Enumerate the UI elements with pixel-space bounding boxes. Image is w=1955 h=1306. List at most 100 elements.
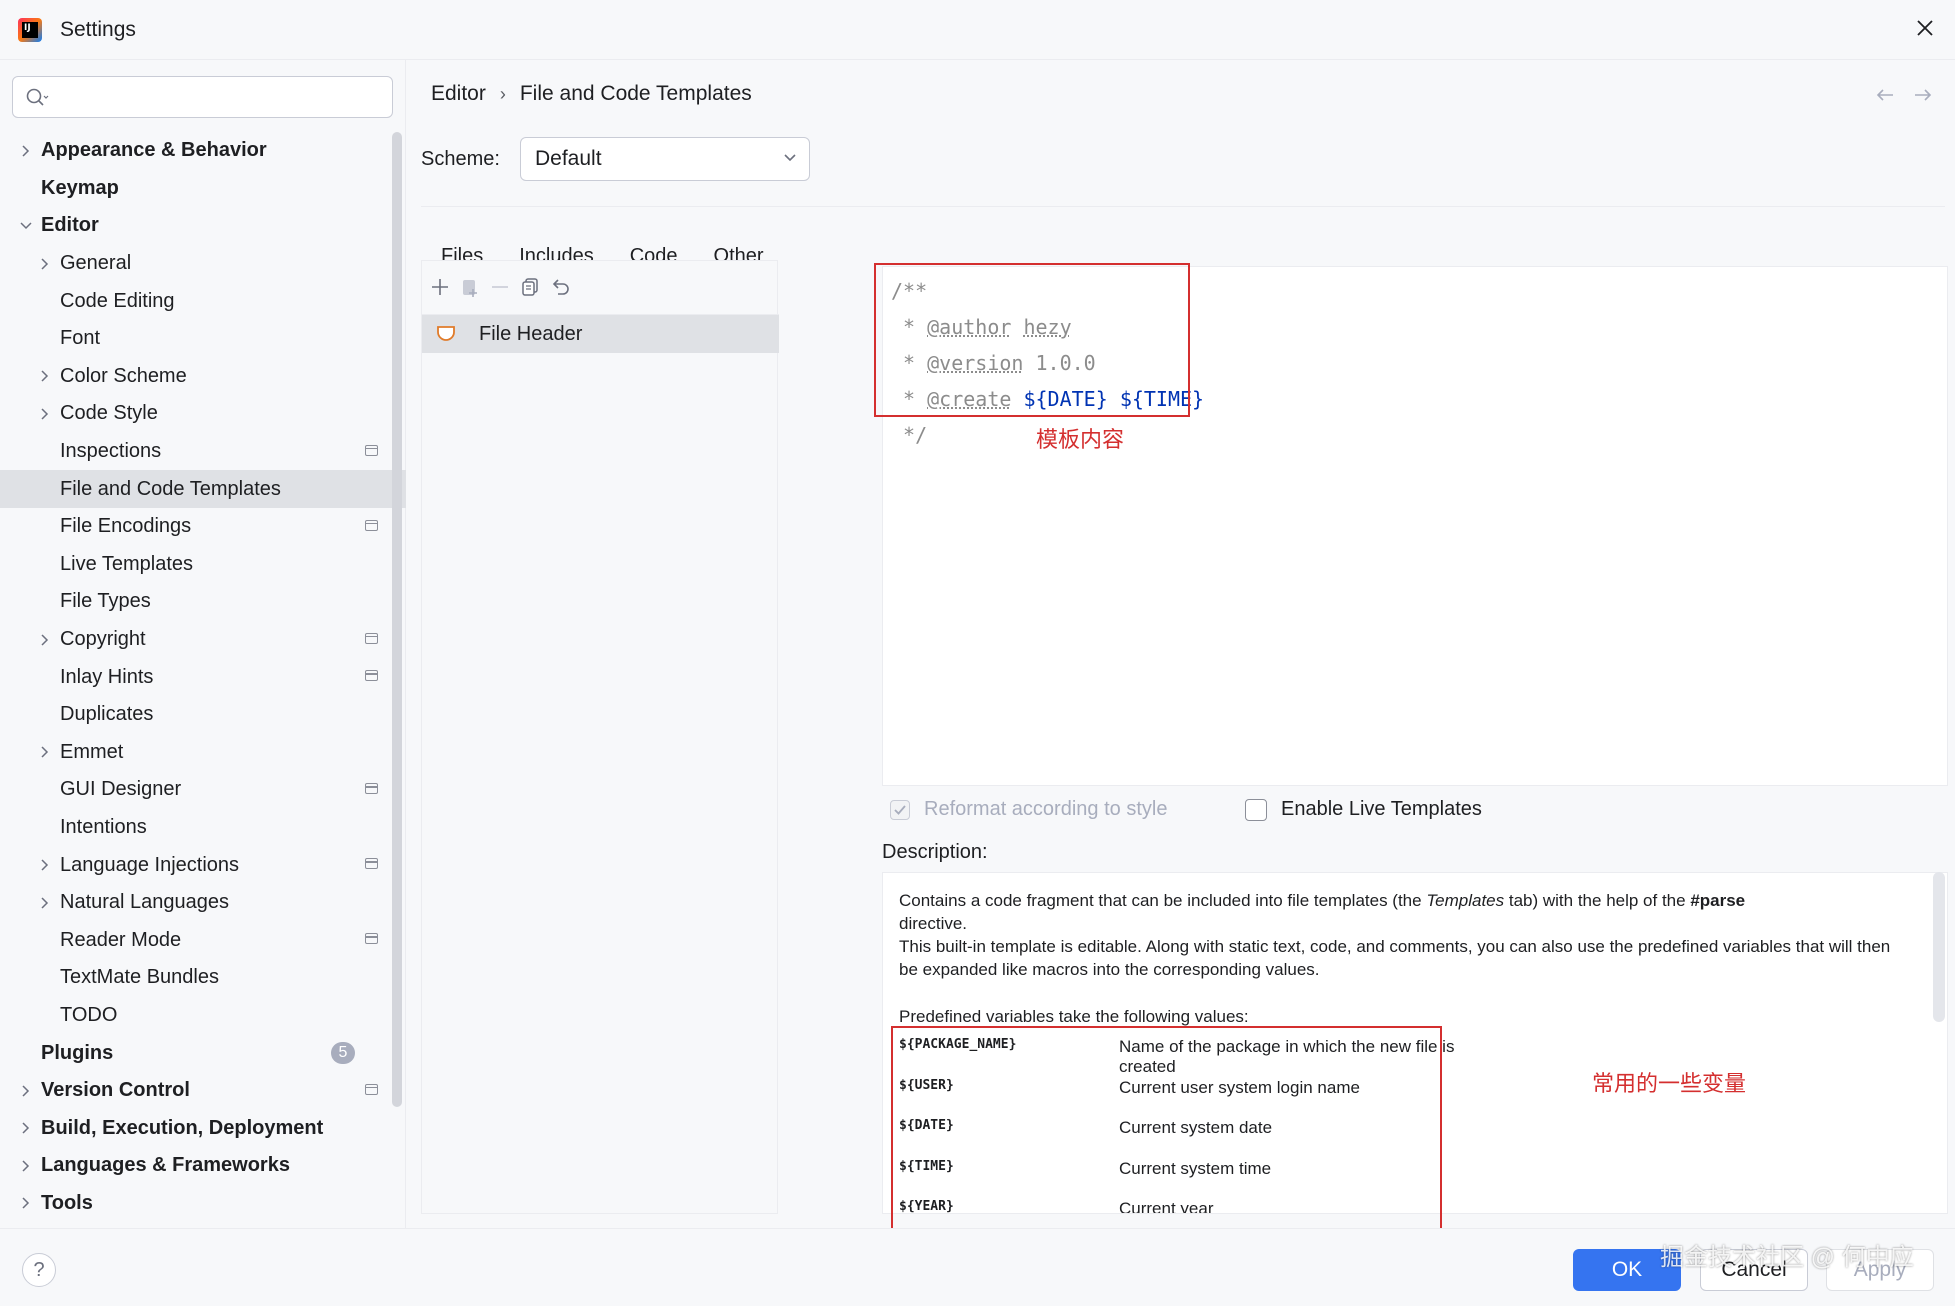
chevron-right-icon[interactable] — [37, 368, 53, 384]
sidebar-item-intentions[interactable]: Intentions — [0, 809, 406, 847]
sidebar-item-label: Natural Languages — [60, 891, 230, 914]
sidebar-item-editor[interactable]: Editor — [0, 207, 406, 245]
sidebar-item-label: Copyright — [60, 628, 146, 651]
sidebar-item-label: Languages & Frameworks — [41, 1154, 290, 1177]
sidebar-item-file-and-code-templates[interactable]: File and Code Templates — [0, 470, 406, 508]
sidebar-item-copyright[interactable]: Copyright — [0, 621, 406, 659]
template-list-item[interactable]: File Header — [422, 315, 779, 353]
description-intro-cont: tab) with the help of the — [1504, 891, 1691, 910]
sidebar-item-label: TODO — [60, 1003, 118, 1026]
sidebar-item-tools[interactable]: Tools — [0, 1185, 406, 1223]
sidebar-item-file-encodings[interactable]: File Encodings — [0, 508, 406, 546]
back-arrow-icon[interactable] — [1875, 86, 1895, 109]
sidebar-item-live-templates[interactable]: Live Templates — [0, 546, 406, 584]
project-level-icon — [365, 444, 378, 456]
sidebar-item-label: File Encodings — [60, 515, 192, 538]
sidebar-item-label: TextMate Bundles — [60, 966, 219, 989]
annotation-label-variables: 常用的一些变量 — [1592, 1071, 1747, 1096]
annotation-label-template-content: 模板内容 — [1036, 427, 1125, 452]
chevron-right-icon[interactable] — [37, 857, 53, 873]
sidebar-scrollbar[interactable] — [392, 132, 402, 1107]
breadcrumb: Editor › File and Code Templates — [431, 82, 752, 106]
sidebar-item-emmet[interactable]: Emmet — [0, 734, 406, 772]
chevron-right-icon[interactable] — [37, 406, 53, 422]
sidebar-item-label: Intentions — [60, 815, 147, 838]
reformat-checkbox — [890, 799, 910, 820]
template-file-icon — [437, 326, 455, 341]
sidebar-item-plugins[interactable]: Plugins 5 — [0, 1034, 406, 1072]
search-icon — [26, 88, 49, 106]
live-templates-checkbox[interactable] — [1245, 798, 1267, 821]
scheme-dropdown[interactable]: Default — [520, 137, 810, 181]
settings-tree: Appearance & Behavior Keymap Editor General… — [0, 132, 406, 1222]
sidebar-item-version-control[interactable]: Version Control — [0, 1072, 406, 1110]
sidebar-item-file-types[interactable]: File Types — [0, 583, 406, 621]
sidebar-item-keymap[interactable]: Keymap — [0, 170, 406, 208]
project-level-icon — [365, 1083, 378, 1095]
chevron-right-icon[interactable] — [37, 744, 53, 760]
sidebar-item-appearance-behavior[interactable]: Appearance & Behavior — [0, 132, 406, 170]
chevron-right-icon[interactable] — [18, 1158, 34, 1174]
sidebar-item-label: GUI Designer — [60, 778, 182, 801]
reformat-label: Reformat according to style — [924, 798, 1168, 820]
template-list-toolbar — [422, 261, 779, 315]
search-field[interactable] — [12, 76, 393, 118]
sidebar-item-color-scheme[interactable]: Color Scheme — [0, 358, 406, 396]
breadcrumb-separator: › — [499, 83, 506, 104]
live-templates-option[interactable]: Enable Live Templates — [1245, 798, 1482, 821]
chevron-right-icon[interactable] — [18, 143, 34, 159]
sidebar-item-inspections[interactable]: Inspections — [0, 433, 406, 471]
reset-icon[interactable] — [548, 275, 572, 299]
breadcrumb-parent[interactable]: Editor — [431, 82, 486, 106]
sidebar-item-reader-mode[interactable]: Reader Mode — [0, 921, 406, 959]
description-builtin: This built-in template is editable. Alon… — [899, 937, 1891, 979]
sidebar-item-general[interactable]: General — [0, 245, 406, 283]
sidebar-item-todo[interactable]: TODO — [0, 997, 406, 1035]
sidebar-item-code-editing[interactable]: Code Editing — [0, 282, 406, 320]
code-comment: */ — [891, 423, 928, 447]
sidebar-item-natural-languages[interactable]: Natural Languages — [0, 884, 406, 922]
sidebar-item-label: Build, Execution, Deployment — [41, 1116, 324, 1139]
sidebar-item-inlay-hints[interactable]: Inlay Hints — [0, 658, 406, 696]
dialog-footer: ? OK Cancel Apply 掘金技术社区 @ 何中应 — [0, 1228, 1955, 1306]
sidebar-item-label: Language Injections — [60, 853, 240, 876]
chevron-right-icon[interactable] — [37, 256, 53, 272]
chevron-right-icon[interactable] — [18, 1083, 34, 1099]
sidebar-item-gui-designer[interactable]: GUI Designer — [0, 771, 406, 809]
search-input[interactable] — [57, 83, 377, 111]
add-child-icon[interactable] — [458, 275, 482, 299]
chevron-right-icon[interactable] — [37, 895, 53, 911]
sidebar-item-build-execution-deployment[interactable]: Build, Execution, Deployment — [0, 1109, 406, 1147]
sidebar-item-label: Keymap — [41, 176, 119, 199]
sidebar-item-duplicates[interactable]: Duplicates — [0, 696, 406, 734]
chevron-right-icon[interactable] — [18, 1120, 34, 1136]
add-icon[interactable] — [428, 275, 452, 299]
copy-icon[interactable] — [518, 275, 542, 299]
sidebar-item-font[interactable]: Font — [0, 320, 406, 358]
sidebar-item-label: Emmet — [60, 740, 124, 763]
annotation-box-template-content — [874, 263, 1190, 417]
sidebar-item-label: Tools — [41, 1191, 93, 1214]
project-level-icon — [365, 519, 378, 531]
sidebar-item-language-injections[interactable]: Language Injections — [0, 846, 406, 884]
chevron-down-icon[interactable] — [18, 218, 34, 234]
help-button[interactable]: ? — [22, 1253, 56, 1287]
sidebar-item-textmate-bundles[interactable]: TextMate Bundles — [0, 959, 406, 997]
forward-arrow-icon[interactable] — [1913, 86, 1933, 109]
title-bar: IJ Settings — [0, 0, 1955, 60]
sidebar-item-label: Code Editing — [60, 289, 175, 312]
sidebar-item-languages-frameworks[interactable]: Languages & Frameworks — [0, 1147, 406, 1185]
sidebar-item-code-style[interactable]: Code Style — [0, 395, 406, 433]
remove-icon[interactable] — [488, 275, 512, 299]
sidebar-item-label: File Types — [60, 590, 151, 613]
predefined-vars-heading: Predefined variables take the following … — [899, 1007, 1249, 1026]
chevron-right-icon[interactable] — [37, 632, 53, 648]
description-intro: Contains a code fragment that can be inc… — [899, 891, 1427, 910]
description-scrollbar[interactable] — [1933, 872, 1945, 1022]
scheme-label: Scheme: — [421, 148, 500, 170]
sidebar-item-label: Live Templates — [60, 552, 194, 575]
live-templates-label[interactable]: Enable Live Templates — [1281, 798, 1482, 821]
chevron-right-icon[interactable] — [18, 1195, 34, 1211]
close-icon[interactable] — [1907, 10, 1943, 46]
chevron-down-icon — [784, 154, 796, 162]
